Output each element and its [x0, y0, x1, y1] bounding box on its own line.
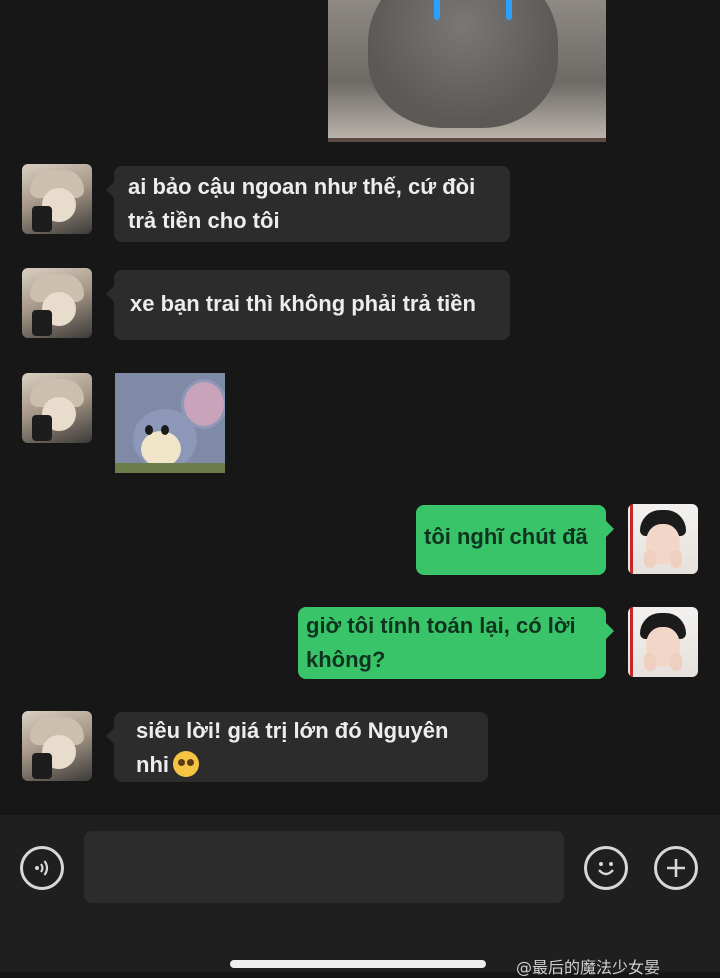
avatar-red-stroke: [630, 504, 633, 574]
sticker-eye: [145, 425, 153, 435]
message-bubble-outgoing[interactable]: giờ tôi tính toán lại, có lời không?: [298, 607, 614, 679]
message-bubble-incoming[interactable]: ai bảo cậu ngoan như thế, cứ đòi trả tiề…: [106, 166, 510, 242]
message-bubble-incoming[interactable]: siêu lời! giá trị lớn đó Nguyên nhi: [106, 712, 488, 782]
shared-photo[interactable]: [328, 0, 606, 142]
avatar-hand: [644, 550, 656, 568]
avatar-hand: [670, 653, 682, 671]
plus-icon: [667, 859, 685, 877]
mouse-sticker[interactable]: [115, 373, 225, 473]
avatar-hand: [670, 550, 682, 568]
message-text: ai bảo cậu ngoan như thế, cứ đòi trả tiề…: [128, 174, 476, 233]
emoji-button[interactable]: [584, 846, 628, 890]
home-indicator[interactable]: [230, 960, 486, 968]
message-text: tôi nghĩ chút đã: [424, 524, 588, 549]
avatar-phone: [32, 753, 52, 779]
avatar-phone: [32, 206, 52, 232]
avatar-self[interactable]: [628, 504, 698, 574]
avatar-hand: [644, 653, 656, 671]
message-input[interactable]: [84, 831, 564, 903]
voice-icon: [35, 860, 49, 876]
tear-mark: [434, 0, 440, 20]
avatar-self[interactable]: [628, 607, 698, 677]
watermark-text: @最后的魔法少女晏: [516, 958, 661, 977]
chat-area[interactable]: ai bảo cậu ngoan như thế, cứ đòi trả tiề…: [0, 0, 720, 815]
avatar-red-stroke: [630, 607, 633, 677]
sticker-belly: [141, 431, 181, 467]
message-bubble-outgoing[interactable]: tôi nghĩ chút đã: [416, 505, 614, 575]
avatar-contact[interactable]: [22, 711, 92, 781]
message-bubble-incoming[interactable]: xe bạn trai thì không phải trả tiền: [106, 270, 510, 340]
flushed-face-icon: [173, 751, 199, 777]
voice-button[interactable]: [20, 846, 64, 890]
message-text: xe bạn trai thì không phải trả tiền: [130, 291, 476, 316]
avatar-phone: [32, 415, 52, 441]
avatar-phone: [32, 310, 52, 336]
sticker-eye: [161, 425, 169, 435]
tear-mark: [506, 0, 512, 20]
add-button[interactable]: [654, 846, 698, 890]
avatar-contact[interactable]: [22, 164, 92, 234]
avatar-contact[interactable]: [22, 373, 92, 443]
cat-image: [368, 0, 558, 128]
emoji-smile-icon: [598, 862, 614, 876]
message-text: giờ tôi tính toán lại, có lời không?: [306, 613, 576, 672]
avatar-contact[interactable]: [22, 268, 92, 338]
sticker-floor: [115, 463, 225, 473]
